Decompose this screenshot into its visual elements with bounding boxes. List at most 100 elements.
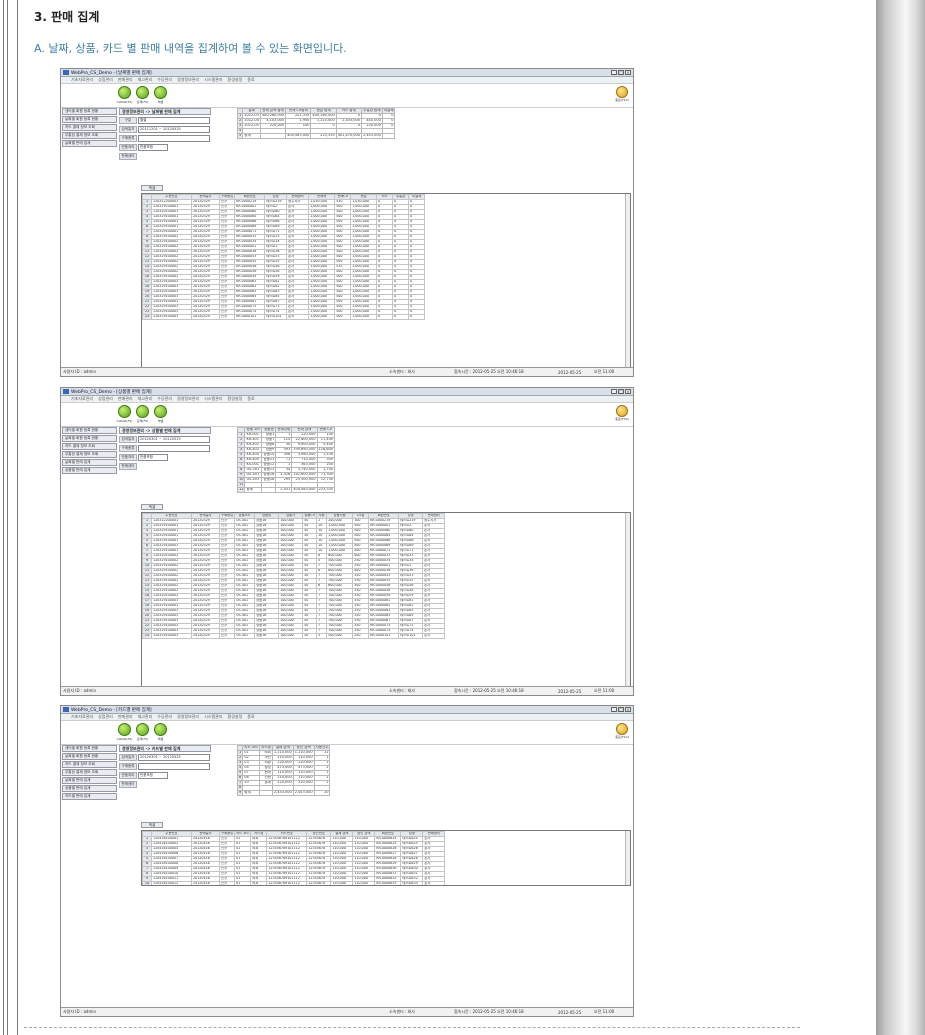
- sidebar-item[interactable]: 날짜별 판매 집계: [62, 140, 117, 147]
- menu-item[interactable]: 시스템관리: [204, 396, 222, 402]
- menu-item[interactable]: 종료: [247, 77, 254, 83]
- table-row[interactable]: 24 120329100003 20120329 신규 KR-0000101 테스트101…: [142, 314, 426, 320]
- form-input[interactable]: 20120301 ~ 20120525: [138, 754, 210, 761]
- clear-button[interactable]: CLEAR(F4): [117, 404, 132, 425]
- sidebar-item[interactable]: 날짜별 판매 집계: [62, 459, 117, 466]
- form-input[interactable]: 월별: [138, 117, 210, 124]
- form-input[interactable]: 20111201 ~ 20120525: [138, 126, 210, 133]
- form-input[interactable]: 20120301 ~ 20120525: [138, 436, 210, 443]
- summary-cell: 1,210,000: [292, 750, 315, 756]
- excel-tab[interactable]: 엑셀: [141, 185, 163, 191]
- sidebar-item[interactable]: 카드별 판매 집계: [62, 793, 117, 800]
- maximize-button[interactable]: □: [618, 70, 624, 75]
- maximize-button[interactable]: □: [618, 389, 624, 394]
- summary-cell: 404,583,000: [291, 487, 318, 493]
- menu-item[interactable]: 재고관리: [138, 396, 153, 402]
- minimize-button[interactable]: _: [611, 389, 617, 394]
- sidebar-item[interactable]: 상품별 판매 집계: [62, 467, 117, 474]
- form-input[interactable]: 반품포함: [138, 454, 168, 461]
- sidebar-item[interactable]: 날짜별 회원 등록 현황: [62, 753, 117, 760]
- sidebar-item[interactable]: 카드 결제 정보 조회: [62, 443, 117, 450]
- search-button[interactable]: 검색(F5): [135, 722, 150, 743]
- minimize-button[interactable]: _: [611, 70, 617, 75]
- excel-button[interactable]: 엑셀: [153, 722, 168, 743]
- menu-item[interactable]: 판매관리: [118, 396, 133, 402]
- sidebar-item[interactable]: 상품별 판매 집계: [62, 785, 117, 792]
- menu-item[interactable]: 판매관리: [118, 77, 133, 83]
- menu-item[interactable]: 상점관리: [98, 714, 113, 720]
- summary-cell: 상품13: [261, 467, 277, 473]
- table-row[interactable]: 10 120416100012 20120416 신규 01 비씨 123456789101…: [142, 881, 446, 885]
- vertical-scrollbar[interactable]: [625, 831, 630, 885]
- menu-item[interactable]: 재고관리: [138, 77, 153, 83]
- form-input[interactable]: 반품포함: [138, 144, 168, 151]
- minimize-button[interactable]: _: [611, 707, 617, 712]
- menu-item[interactable]: 판매관리: [118, 714, 133, 720]
- search-button[interactable]: 검색(F5): [135, 404, 150, 425]
- menu-item[interactable]: 상점관리: [98, 396, 113, 402]
- menu-item[interactable]: 시스템관리: [204, 714, 222, 720]
- form-input[interactable]: [138, 135, 210, 142]
- sidebar-item[interactable]: 날짜별 회원 등록 현황: [62, 116, 117, 123]
- menu-item[interactable]: 기초자료관리: [71, 396, 93, 402]
- menu-item[interactable]: 시스템관리: [204, 77, 222, 83]
- sidebar-item[interactable]: 무통장 결제 정보 조회: [62, 769, 117, 776]
- menu-item[interactable]: 환경설정: [228, 714, 243, 720]
- menu-item[interactable]: 재고관리: [138, 714, 153, 720]
- section-title: 3. 판매 집계: [34, 10, 100, 24]
- clear-button[interactable]: CLEAR(F4): [116, 722, 133, 743]
- summary-row[interactable]: 12 합계 2,431 404,583,000 223,335: [236, 487, 336, 493]
- close-button[interactable]: ×: [625, 389, 631, 394]
- close-button[interactable]: ×: [625, 70, 631, 75]
- menu-item[interactable]: 경영정보관리: [177, 396, 199, 402]
- window-title: WebPro_CS_Demo - [카드별 판매 집계]: [71, 707, 152, 713]
- summary-row[interactable]: 9 합계 2,453,000 2,453,000 20: [236, 790, 331, 796]
- menu-item[interactable]: 종료: [247, 714, 254, 720]
- form-input[interactable]: 반품포함: [138, 772, 168, 779]
- toolbar-label: CLEAR(F4): [116, 736, 133, 741]
- menu-item[interactable]: 기초자료관리: [71, 714, 93, 720]
- vertical-scrollbar[interactable]: [625, 194, 630, 368]
- form-input[interactable]: [138, 445, 210, 452]
- clear-button[interactable]: CLEAR(F4): [117, 85, 132, 106]
- sidebar-item[interactable]: 카드 결제 정보 조회: [62, 761, 117, 768]
- form-label: 구매종류: [119, 445, 137, 452]
- menu-item[interactable]: 종료: [247, 396, 254, 402]
- sidebar-item[interactable]: 날짜별 판매 집계: [62, 777, 117, 784]
- table-cell: 12345678: [306, 881, 332, 885]
- menu-item[interactable]: 환경설정: [228, 77, 243, 83]
- sidebar-item[interactable]: 무통장 결제 정보 조회: [62, 451, 117, 458]
- summary-row[interactable]: 5 합계 404,583,000 223,335 401,470,000 2,453,00…: [236, 133, 396, 139]
- excel-icon: [154, 722, 167, 736]
- menu-item[interactable]: 수당관리: [157, 77, 172, 83]
- exit-button[interactable]: 종료(F10): [615, 405, 629, 423]
- menu-item[interactable]: 환경설정: [228, 396, 243, 402]
- status-center: 소속센터 : 회사: [389, 1009, 415, 1014]
- sidebar-item[interactable]: 날짜별 회원 등록 현황: [62, 435, 117, 442]
- menu-item[interactable]: 수당관리: [157, 396, 172, 402]
- sidebar-item[interactable]: 센터별 회원 등록 현황: [62, 745, 117, 752]
- sidebar-item[interactable]: 센터별 회원 등록 현황: [62, 108, 117, 115]
- exit-button[interactable]: 종료(F10): [615, 86, 629, 104]
- menu-item[interactable]: 경영정보관리: [177, 77, 199, 83]
- menu-item[interactable]: 경영정보관리: [177, 714, 199, 720]
- excel-button[interactable]: 엑셀: [153, 85, 168, 106]
- table-row[interactable]: 24 120329100003 20120329 신규 US-401 상품16 100,00…: [142, 633, 446, 639]
- menu-item[interactable]: 기초자료관리: [71, 77, 93, 83]
- maximize-button[interactable]: □: [618, 707, 624, 712]
- summary-row[interactable]: 4 KR-403 상품9 593 195,690,000 118,600: [236, 447, 336, 453]
- exit-button[interactable]: 종료(F10): [615, 723, 629, 741]
- excel-button[interactable]: 엑셀: [153, 404, 168, 425]
- search-button[interactable]: 검색(F5): [135, 85, 150, 106]
- sidebar-item[interactable]: 무통장 결제 정보 조회: [62, 132, 117, 139]
- form-input[interactable]: [138, 763, 210, 770]
- sidebar-item[interactable]: 카드 결제 정보 조회: [62, 124, 117, 131]
- sidebar-item[interactable]: 센터별 회원 등록 현황: [62, 427, 117, 434]
- menu-item[interactable]: 수당관리: [157, 714, 172, 720]
- vertical-scrollbar[interactable]: [625, 513, 630, 687]
- close-button[interactable]: ×: [625, 707, 631, 712]
- table-cell: 테스트633: [400, 881, 424, 885]
- excel-tab[interactable]: 엑셀: [141, 822, 163, 828]
- menu-item[interactable]: 상점관리: [98, 77, 113, 83]
- excel-tab[interactable]: 엑셀: [141, 504, 163, 510]
